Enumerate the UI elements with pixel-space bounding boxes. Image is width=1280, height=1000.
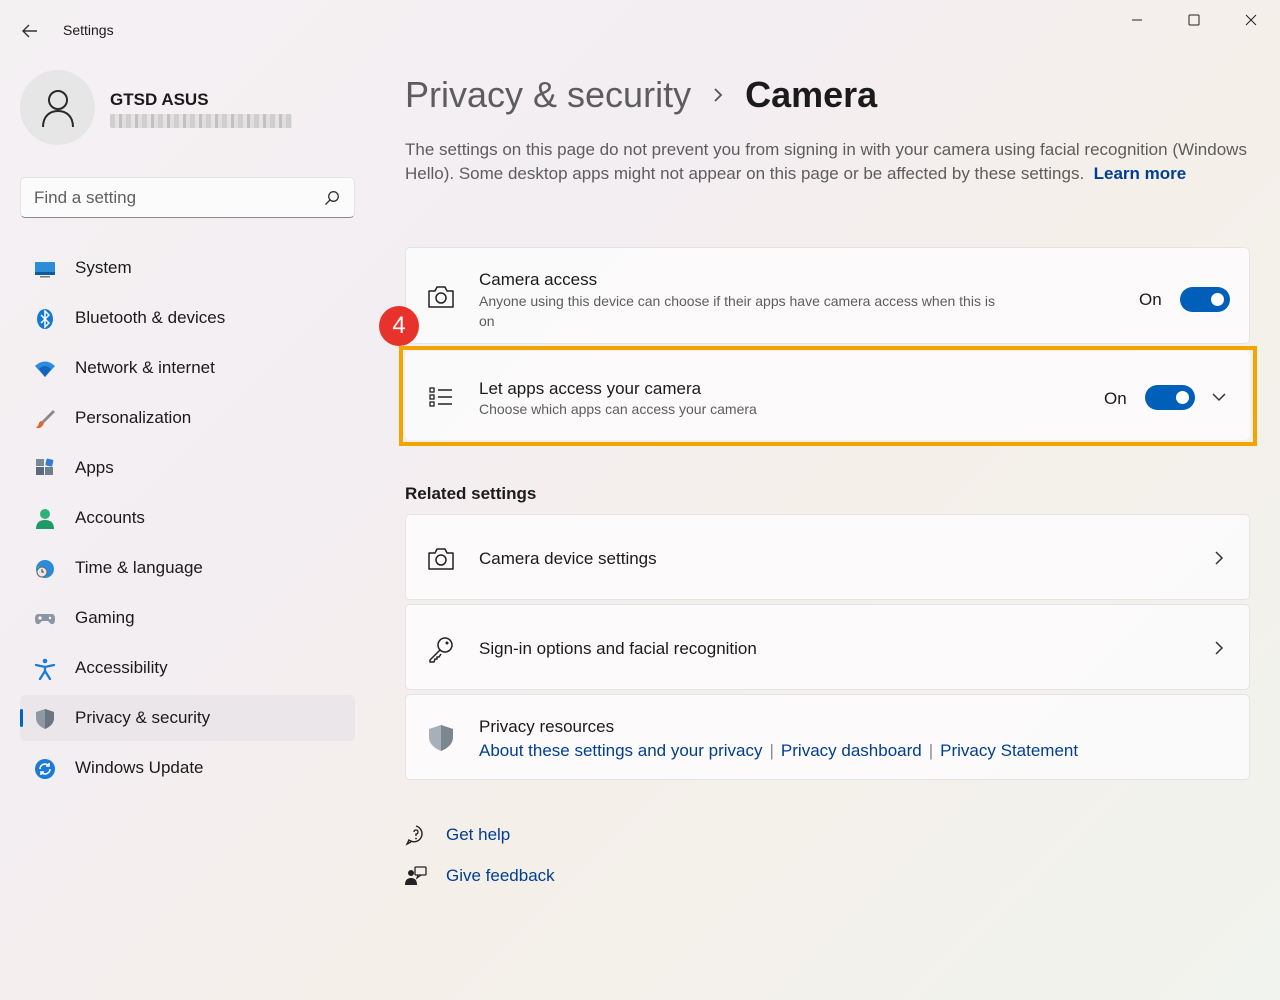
camera-device-settings-label: Camera device settings [479,549,657,568]
brush-icon [34,408,56,430]
privacy-resources-row: Privacy resources [405,694,1250,780]
chevron-right-icon [1209,638,1229,658]
step-badge: 4 [379,306,419,346]
back-button[interactable] [16,18,44,44]
breadcrumb-parent[interactable]: Privacy & security [405,74,691,116]
apps-access-state: On [1104,389,1127,408]
apps-access-title: Let apps access your camera [479,379,702,398]
sidebar-nav: System Bluetooth & devices Network & int… [20,245,355,795]
camera-device-settings-row[interactable]: Camera device settings [405,514,1250,600]
maximize-button[interactable] [1171,8,1217,32]
sidebar-item-label: Privacy & security [75,708,211,727]
signin-options-row[interactable]: Sign-in options and facial recognition [405,604,1250,690]
shield-icon [426,723,456,753]
sidebar-item-gaming[interactable]: Gaming [20,595,355,641]
close-button[interactable] [1228,8,1274,32]
about-settings-privacy-link[interactable]: About these settings and your privacy [479,741,763,761]
sidebar-item-personalization[interactable]: Personalization [20,395,355,441]
breadcrumb: Privacy & security Camera [405,70,877,120]
camera-access-state: On [1139,290,1162,309]
sidebar-item-privacy-security[interactable]: Privacy & security [20,695,355,741]
link-separator: | [928,741,934,760]
search-icon[interactable] [324,190,340,206]
globe-clock-icon [34,558,56,580]
sidebar-item-accounts[interactable]: Accounts [20,495,355,541]
page-title: Camera [745,74,878,115]
chevron-down-icon[interactable] [1209,387,1229,407]
sidebar-item-time-language[interactable]: Time & language [20,545,355,591]
privacy-links: About these settings and your privacy | … [479,741,1078,761]
avatar [20,70,95,145]
minimize-icon [1132,19,1142,21]
page-description: The settings on this page do not prevent… [405,138,1250,186]
sidebar-item-label: Accounts [75,508,145,527]
sidebar-item-label: Apps [75,458,114,477]
apps-icon [34,458,56,480]
sidebar-item-accessibility[interactable]: Accessibility [20,645,355,691]
system-icon [34,258,56,280]
list-icon [426,382,456,412]
sidebar-item-network[interactable]: Network & internet [20,345,355,391]
sidebar-item-label: Windows Update [75,758,204,777]
apps-access-toggle[interactable] [1145,385,1195,410]
camera-icon [426,544,456,574]
sidebar-item-label: Time & language [75,558,203,577]
related-settings-heading: Related settings [405,484,537,503]
back-arrow-icon [22,24,37,38]
sidebar-item-label: Gaming [75,608,135,627]
privacy-resources-title: Privacy resources [479,717,615,736]
sidebar-item-system[interactable]: System [20,245,355,291]
title-bar: Settings [0,0,1280,60]
chevron-right-icon [1209,548,1229,568]
sidebar-item-apps[interactable]: Apps [20,445,355,491]
wifi-icon [34,358,56,380]
close-icon [1245,14,1257,26]
user-email-redacted [110,114,292,128]
gamepad-icon [34,608,56,630]
camera-access-subtitle: Anyone using this device can choose if t… [479,293,995,329]
sidebar-item-label: Network & internet [75,358,215,377]
sidebar-item-label: Personalization [75,408,192,427]
bluetooth-icon [34,308,56,330]
accessibility-icon [34,658,56,680]
privacy-dashboard-link[interactable]: Privacy dashboard [781,741,922,761]
camera-access-title: Camera access [479,270,598,289]
chevron-right-icon [713,87,723,103]
maximize-icon [1188,14,1200,26]
camera-icon [426,282,456,312]
help-icon [405,824,427,846]
search-box[interactable] [20,177,355,218]
feedback-icon [405,865,427,887]
give-feedback-label: Give feedback [446,866,555,885]
update-icon [34,758,56,780]
apps-access-subtitle: Choose which apps can access your camera [479,401,757,417]
privacy-statement-link[interactable]: Privacy Statement [940,741,1078,761]
sidebar-item-label: Bluetooth & devices [75,308,226,327]
sidebar-item-bluetooth[interactable]: Bluetooth & devices [20,295,355,341]
minimize-button[interactable] [1114,8,1160,32]
key-icon [426,634,456,664]
signin-options-label: Sign-in options and facial recognition [479,639,757,658]
sidebar-item-windows-update[interactable]: Windows Update [20,745,355,791]
shield-icon [34,708,56,730]
give-feedback-link[interactable]: Give feedback [405,865,555,887]
learn-more-link[interactable]: Learn more [1094,164,1187,183]
get-help-link[interactable]: Get help [405,824,510,846]
sidebar-item-label: System [75,258,132,277]
app-title: Settings [63,22,114,38]
get-help-label: Get help [446,825,511,844]
user-profile[interactable]: GTSD ASUS [20,70,360,150]
camera-access-card: Camera access Anyone using this device c… [405,247,1250,344]
user-icon [41,89,74,127]
apps-access-card[interactable]: Let apps access your camera Choose which… [405,351,1250,440]
search-input[interactable] [34,187,314,209]
camera-access-toggle[interactable] [1180,287,1230,312]
account-icon [34,508,56,530]
link-separator: | [769,741,774,760]
user-name: GTSD ASUS [110,90,209,109]
sidebar-item-label: Accessibility [75,658,168,677]
